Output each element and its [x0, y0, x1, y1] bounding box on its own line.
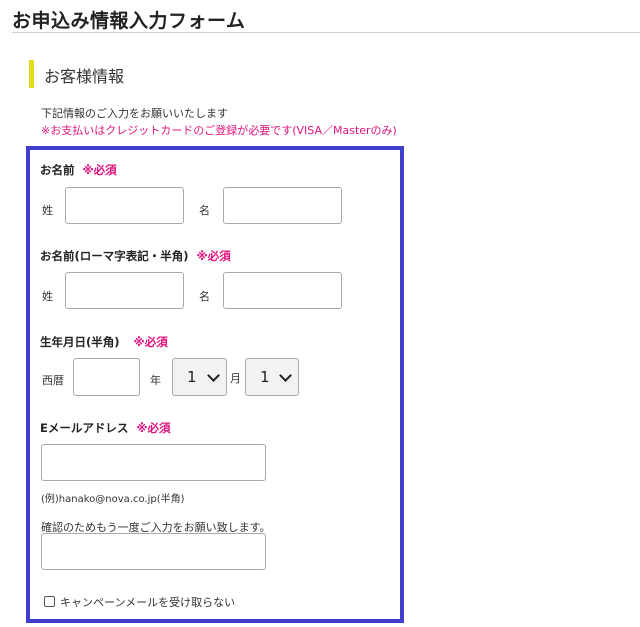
section-title: お客様情報 [44, 67, 125, 86]
campaign-optout-checkbox[interactable] [44, 596, 55, 607]
name-field-label: お名前 ※必須 [40, 162, 117, 178]
birth-year-input[interactable] [73, 358, 140, 396]
payment-note: ※お支払いはクレジットカードのご登録が必要です(VISA／Masterのみ) [41, 124, 397, 137]
birth-month-value: 1 [187, 368, 197, 386]
email-field-label: Eメールアドレス ※必須 [40, 420, 171, 436]
intro-text-block: 下記情報のご入力をお願いいたします ※お支払いはクレジットカードのご登録が必要で… [41, 105, 397, 139]
birth-day-select[interactable]: 1 [245, 358, 299, 396]
last-name-label: 姓 [42, 204, 53, 217]
roman-last-name-label: 姓 [42, 290, 53, 303]
email-example: (例)hanako@nova.co.jp(半角) [41, 494, 185, 505]
section-accent-bar [29, 60, 34, 88]
email-confirm-input[interactable] [41, 533, 266, 570]
birthdate-field-label: 生年月日(半角) ※必須 [40, 334, 168, 350]
customer-info-form: お名前 ※必須 姓 名 お名前(ローマ字表記・半角) ※必須 姓 名 生年月日(半角… [26, 146, 404, 623]
email-input[interactable] [41, 444, 266, 481]
name-required-badge: ※必須 [82, 163, 117, 177]
first-name-label: 名 [199, 204, 210, 217]
year-unit-label: 年 [150, 374, 161, 387]
title-divider [12, 32, 640, 33]
era-label: 西暦 [42, 374, 64, 387]
birth-month-select[interactable]: 1 [172, 358, 227, 396]
first-name-input[interactable] [223, 187, 342, 224]
birth-day-value: 1 [260, 368, 270, 386]
roman-name-required-badge: ※必須 [196, 249, 231, 263]
chevron-down-icon [207, 368, 220, 382]
chevron-down-icon [279, 368, 292, 382]
month-unit-label: 月 [230, 372, 241, 385]
roman-last-name-input[interactable] [65, 272, 184, 309]
name-label-text: お名前 [40, 163, 75, 177]
email-required-badge: ※必須 [136, 421, 171, 435]
birthdate-required-badge: ※必須 [133, 335, 168, 349]
roman-first-name-input[interactable] [223, 272, 342, 309]
email-label-text: Eメールアドレス [40, 421, 129, 435]
roman-name-field-label: お名前(ローマ字表記・半角) ※必須 [40, 248, 231, 264]
birthdate-label-text: 生年月日(半角) [40, 335, 120, 349]
roman-first-name-label: 名 [199, 290, 210, 303]
roman-name-label-text: お名前(ローマ字表記・半角) [40, 249, 189, 263]
campaign-optout-label[interactable]: キャンペーンメールを受け取らない [60, 594, 235, 610]
intro-text: 下記情報のご入力をお願いいたします [41, 107, 228, 120]
last-name-input[interactable] [65, 187, 184, 224]
page-title: お申込み情報入力フォーム [12, 10, 246, 32]
